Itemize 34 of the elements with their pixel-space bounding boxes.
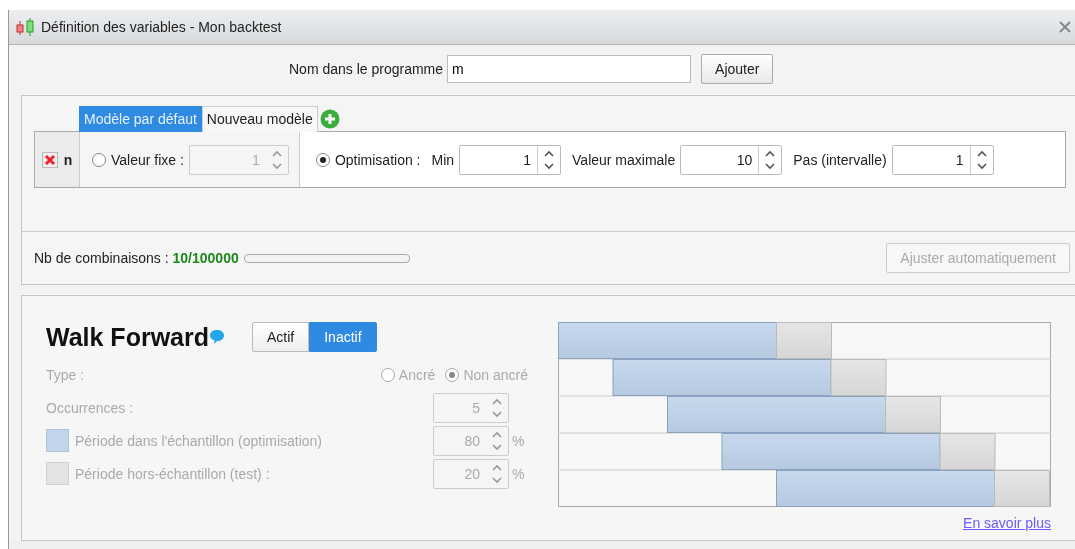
setting-label: Période hors-échantillon (test) : bbox=[75, 465, 270, 482]
add-icon[interactable] bbox=[319, 108, 340, 129]
field-label: Min bbox=[431, 151, 455, 168]
type-label: Type : bbox=[46, 366, 85, 383]
model-tab[interactable]: Modèle par défaut bbox=[79, 105, 202, 132]
field-label: Valeur maximale bbox=[572, 151, 676, 168]
optimisation-radio[interactable] bbox=[315, 152, 330, 167]
name-label: Nom dans le programme bbox=[289, 61, 444, 77]
speech-bubble-icon[interactable] bbox=[209, 329, 225, 345]
percent-unit: % bbox=[512, 465, 526, 482]
walk-forward-title: Walk Forward bbox=[46, 322, 209, 352]
setting-label: Occurrences : bbox=[46, 399, 134, 416]
fixed-value-radio[interactable] bbox=[92, 152, 106, 167]
fixed-value-label: Valeur fixe : bbox=[111, 151, 184, 168]
number-spinner[interactable]: 1 bbox=[891, 144, 994, 175]
combinations-count: Nb de combinaisons : 10/100000 bbox=[34, 250, 239, 266]
optimisation-label: Optimisation : bbox=[334, 151, 421, 168]
variable-name: n bbox=[63, 151, 73, 168]
delete-icon[interactable] bbox=[41, 151, 58, 168]
type-option-label: Ancré bbox=[398, 366, 436, 383]
in-sample-swatch bbox=[46, 429, 69, 452]
add-button[interactable]: Ajouter bbox=[701, 54, 774, 84]
number-spinner[interactable]: 1 bbox=[459, 144, 562, 175]
percent-unit: % bbox=[512, 432, 526, 449]
out-sample-swatch bbox=[46, 462, 69, 485]
model-tab[interactable]: Nouveau modèle bbox=[201, 105, 318, 132]
number-spinner[interactable]: 10 bbox=[680, 144, 783, 175]
field-label: Pas (intervalle) bbox=[793, 151, 887, 168]
candlestick-icon bbox=[15, 17, 37, 37]
setting-label: Période dans l'échantillon (optimisation) bbox=[75, 432, 323, 449]
window-title: Définition des variables - Mon backtest bbox=[41, 19, 282, 35]
close-icon[interactable] bbox=[1059, 21, 1071, 33]
type-option-label: Non ancré bbox=[463, 366, 528, 383]
name-input[interactable]: m bbox=[447, 55, 692, 83]
